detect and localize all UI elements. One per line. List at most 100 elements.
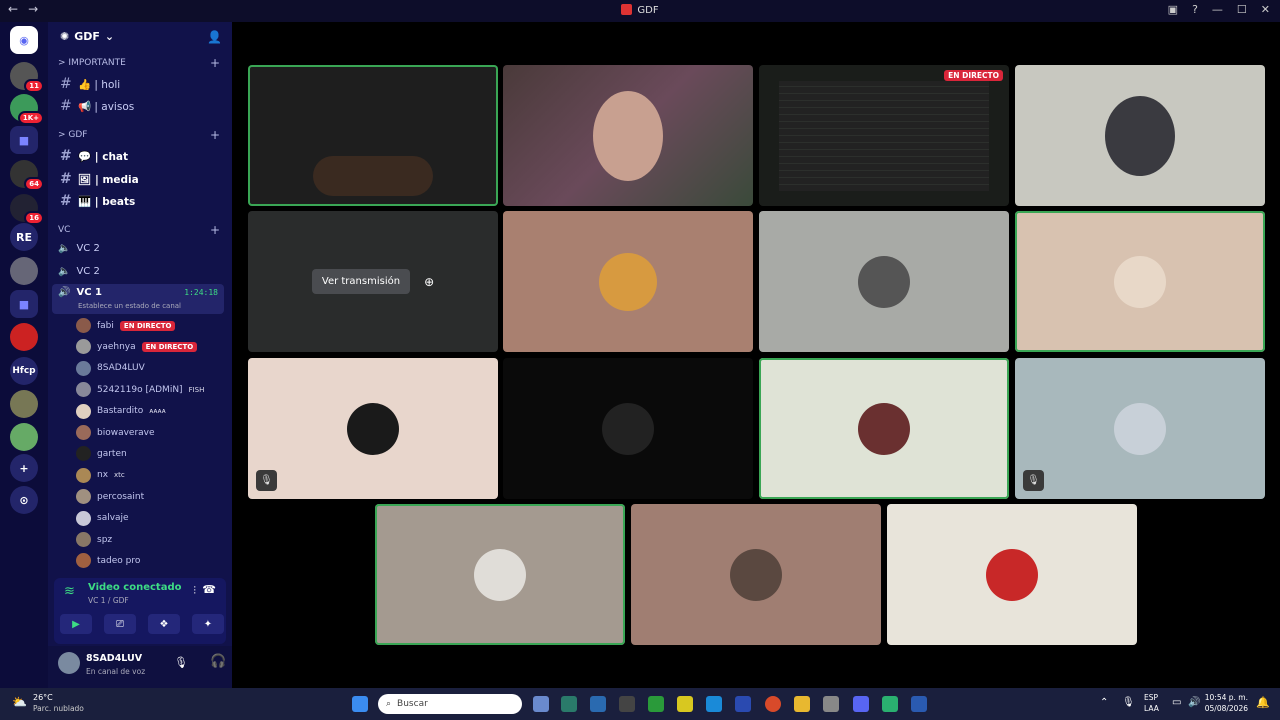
discord-home-icon[interactable]: ◉ xyxy=(10,26,38,54)
activities-button[interactable]: ❖ xyxy=(148,614,180,634)
member-item[interactable]: yaehnya EN DIRECTO xyxy=(76,339,226,355)
voice-channel[interactable]: 🔈 VC 2 xyxy=(58,266,100,277)
stream-tile[interactable]: EN DIRECTO xyxy=(759,65,1009,206)
avatar-tile[interactable] xyxy=(631,504,881,645)
member-item[interactable]: Bastardito ᴀᴀᴀᴀ xyxy=(76,403,226,419)
watch-stream-button[interactable]: Ver transmisión xyxy=(311,269,411,294)
volume-icon[interactable]: 🔊 xyxy=(1188,697,1200,708)
channel-media[interactable]: # 🖼 | media xyxy=(60,171,139,187)
app-icon[interactable] xyxy=(823,696,839,712)
channel-holi[interactable]: # 👍 | holi xyxy=(60,76,120,92)
active-voice-channel[interactable]: 🔊 VC 1 1:24:18 Establece un estado de can… xyxy=(52,284,224,314)
member-item[interactable]: biowaverave xyxy=(76,425,226,440)
watch-stream-icon[interactable]: ⊕ xyxy=(424,275,434,289)
avatar-tile[interactable] xyxy=(759,211,1009,352)
avatar-tile[interactable] xyxy=(503,358,753,499)
server-hfcp[interactable]: Hfcp xyxy=(10,357,38,385)
input-lang[interactable]: ESP xyxy=(1144,693,1158,702)
clock-date[interactable]: 05/08/2026 xyxy=(1205,704,1248,713)
folder-icon[interactable]: ■ xyxy=(10,290,38,318)
server-icon[interactable]: 64 xyxy=(10,160,44,191)
app-icon[interactable] xyxy=(533,696,549,712)
maximize-button[interactable]: ☐ xyxy=(1237,3,1247,16)
avatar[interactable] xyxy=(58,652,80,674)
explore-icon[interactable]: ⊙ xyxy=(10,486,38,514)
close-button[interactable]: ✕ xyxy=(1261,3,1270,16)
member-item[interactable]: fabi EN DIRECTO xyxy=(76,318,226,333)
app-icon[interactable] xyxy=(561,696,577,712)
video-tile[interactable] xyxy=(1015,65,1265,206)
add-server-icon[interactable]: + xyxy=(10,454,38,482)
app-icon[interactable] xyxy=(590,696,606,712)
member-item[interactable]: 5242119o [ADMiN] FISH xyxy=(76,382,226,398)
category-gdf[interactable]: > GDF xyxy=(58,130,87,140)
app-icon[interactable] xyxy=(619,696,635,712)
word-icon[interactable] xyxy=(911,696,927,712)
server-icon[interactable] xyxy=(10,390,38,418)
network-icon[interactable]: ▭ xyxy=(1172,697,1181,708)
clock-time[interactable]: 10:54 p. m. xyxy=(1205,693,1248,702)
channel-beats[interactable]: # 🎹 | beats xyxy=(60,193,135,209)
noise-suppression-icon[interactable]: ⫶ xyxy=(193,584,196,598)
input-layout[interactable]: LAA xyxy=(1144,704,1159,713)
disconnect-icon[interactable]: ☎ xyxy=(202,583,216,596)
server-icon[interactable]: 16 xyxy=(10,194,44,225)
screen-share-button[interactable]: ⎚ xyxy=(104,614,136,634)
app-icon[interactable] xyxy=(882,696,898,712)
category-vc[interactable]: VC xyxy=(58,225,70,235)
avatar-tile[interactable] xyxy=(503,211,753,352)
member-item[interactable]: garten xyxy=(76,446,226,462)
avatar-tile[interactable] xyxy=(759,358,1009,499)
folder-icon[interactable]: ■ xyxy=(10,126,38,154)
avatar-tile[interactable]: 🎙 xyxy=(1015,358,1265,499)
camera-button[interactable]: ▶ xyxy=(60,614,92,634)
member-item[interactable]: salvaje xyxy=(76,510,226,526)
server-icon[interactable] xyxy=(10,257,38,285)
server-icon[interactable]: 11 xyxy=(10,62,44,93)
avatar-tile[interactable] xyxy=(375,504,625,645)
tray-chevron-icon[interactable]: ⌃ xyxy=(1100,697,1108,708)
app-icon[interactable] xyxy=(677,696,693,712)
member-item[interactable]: 8SAD4LUV xyxy=(76,360,226,376)
channel-chat[interactable]: # 💬 | chat xyxy=(60,148,128,164)
notification-icon[interactable]: 🔔 xyxy=(1256,696,1270,709)
start-icon[interactable] xyxy=(352,696,368,712)
edge-icon[interactable] xyxy=(706,696,722,712)
microphone-icon[interactable]: 🎙 xyxy=(174,656,188,669)
member-item[interactable]: percosaint xyxy=(76,489,226,505)
member-item[interactable]: spz xyxy=(76,532,226,547)
channel-avisos[interactable]: # 📢 | avisos xyxy=(60,98,134,114)
server-icon[interactable]: 1K+ xyxy=(10,94,44,125)
member-item[interactable]: tadeo pro xyxy=(76,553,226,569)
stream-tile[interactable]: Ver transmisión ⊕ xyxy=(248,211,498,352)
member-item[interactable]: nx xtc xyxy=(76,467,226,483)
video-tile[interactable] xyxy=(503,65,753,206)
add-member-icon[interactable]: 👤 xyxy=(207,30,222,44)
discord-icon[interactable] xyxy=(853,696,869,712)
add-channel-icon[interactable]: + xyxy=(210,223,220,237)
help-icon[interactable]: ? xyxy=(1192,3,1198,16)
inbox-icon[interactable]: ▣ xyxy=(1168,3,1178,16)
avatar-tile[interactable] xyxy=(1015,211,1265,352)
connection-channel[interactable]: VC 1 / GDF xyxy=(88,596,129,605)
voice-channel[interactable]: 🔈 VC 2 xyxy=(58,243,100,254)
xbox-icon[interactable] xyxy=(648,696,664,712)
headphones-icon[interactable]: 🎧 xyxy=(210,654,226,669)
folder-icon[interactable] xyxy=(794,696,810,712)
minimize-button[interactable]: — xyxy=(1212,3,1223,16)
avatar-tile[interactable] xyxy=(887,504,1137,645)
server-re[interactable]: RE xyxy=(10,223,38,251)
add-channel-icon[interactable]: + xyxy=(210,56,220,70)
weather-desc[interactable]: Parc. nublado xyxy=(33,704,84,713)
add-channel-icon[interactable]: + xyxy=(210,128,220,142)
weather-temp[interactable]: 26°C xyxy=(33,693,53,702)
category-importante[interactable]: > IMPORTANTE xyxy=(58,58,126,68)
taskbar-search[interactable]: ⌕ Buscar xyxy=(378,694,522,714)
guild-header[interactable]: ✺ GDF ⌄ xyxy=(60,30,114,43)
soundboard-button[interactable]: ✦ xyxy=(192,614,224,634)
server-icon[interactable] xyxy=(10,323,38,351)
app-icon[interactable] xyxy=(735,696,751,712)
server-icon[interactable] xyxy=(10,423,38,451)
channel-status[interactable]: Establece un estado de canal xyxy=(78,302,181,310)
microphone-icon[interactable]: 🎙 xyxy=(1122,697,1135,708)
